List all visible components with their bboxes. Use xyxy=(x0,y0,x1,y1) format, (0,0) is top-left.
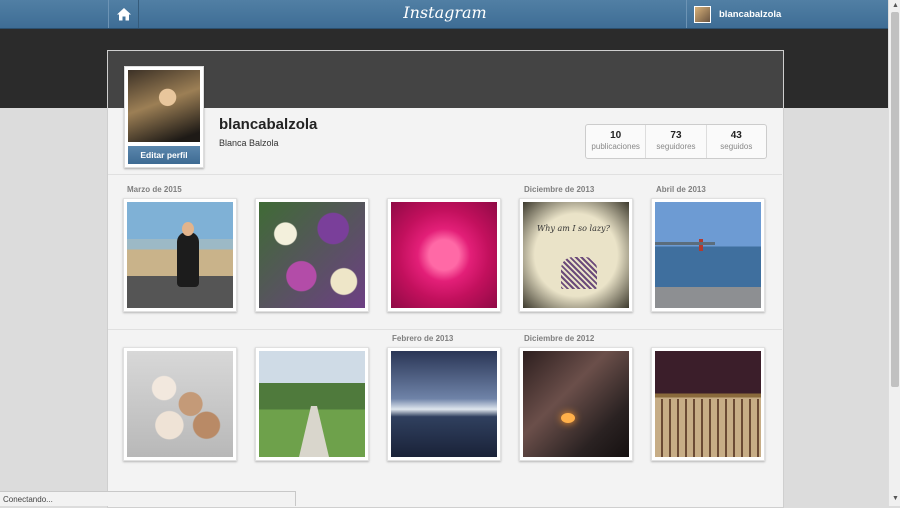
photo-thumbnail[interactable] xyxy=(255,347,369,461)
home-icon xyxy=(116,8,131,21)
scroll-down-icon[interactable]: ▼ xyxy=(892,495,899,502)
stat-label: seguidores xyxy=(656,142,696,151)
stat-count: 10 xyxy=(610,130,622,141)
user-menu[interactable]: blancabalzola xyxy=(686,0,791,28)
photo-caption: Why am I so lazy? xyxy=(537,224,610,233)
photo-image: Why am I so lazy? xyxy=(523,202,629,308)
stat-followers[interactable]: 73 seguidores xyxy=(646,125,707,158)
edit-profile-button[interactable]: Editar perfil xyxy=(128,146,200,164)
profile-stats: 10 publicaciones 73 seguidores 43 seguid… xyxy=(585,124,767,159)
photo-image xyxy=(259,351,365,457)
photo-thumbnail[interactable] xyxy=(387,347,501,461)
photo-image xyxy=(523,351,629,457)
photo-thumbnail[interactable] xyxy=(255,198,369,312)
vertical-scrollbar[interactable]: ▲ ▼ xyxy=(888,0,900,506)
profile-avatar-frame: Editar perfil xyxy=(124,66,204,168)
photo-image xyxy=(655,202,761,308)
date-label: Diciembre de 2013 xyxy=(524,185,595,194)
photo-thumbnail[interactable] xyxy=(123,198,237,312)
home-button[interactable] xyxy=(108,0,139,28)
browser-status-bar: Conectando... xyxy=(0,491,296,506)
top-bar: Instagram blancabalzola xyxy=(0,0,888,29)
stat-following[interactable]: 43 seguidos xyxy=(707,125,766,158)
photo-thumbnail[interactable] xyxy=(651,347,765,461)
photo-image xyxy=(259,202,365,308)
photo-thumbnail[interactable]: Why am I so lazy? xyxy=(519,198,633,312)
photo-image xyxy=(127,202,233,308)
divider xyxy=(108,174,782,175)
photo-thumbnail[interactable] xyxy=(123,347,237,461)
date-label: Abril de 2013 xyxy=(656,185,706,194)
photo-thumbnail[interactable] xyxy=(387,198,501,312)
photo-image xyxy=(391,202,497,308)
date-label: Diciembre de 2012 xyxy=(524,334,595,343)
stat-label: publicaciones xyxy=(591,142,640,151)
profile-username: blancabalzola xyxy=(219,116,318,133)
divider xyxy=(108,329,782,330)
scroll-up-icon[interactable]: ▲ xyxy=(892,2,899,9)
avatar xyxy=(694,5,711,23)
stat-label: seguidos xyxy=(720,142,753,151)
date-label: Febrero de 2013 xyxy=(392,334,454,343)
stat-count: 43 xyxy=(730,130,742,141)
date-label: Marzo de 2015 xyxy=(127,185,182,194)
photo-image xyxy=(391,351,497,457)
stat-count: 73 xyxy=(670,130,682,141)
photo-image xyxy=(655,351,761,457)
scroll-thumb[interactable] xyxy=(891,12,899,387)
instagram-logo[interactable]: Instagram xyxy=(400,3,490,22)
profile-full-name: Blanca Balzola xyxy=(219,138,279,148)
photo-thumbnail[interactable] xyxy=(651,198,765,312)
stat-posts[interactable]: 10 publicaciones xyxy=(586,125,647,158)
profile-avatar[interactable] xyxy=(128,70,200,142)
card-header-band xyxy=(108,51,783,108)
photo-image xyxy=(127,351,233,457)
photo-thumbnail[interactable] xyxy=(519,347,633,461)
header-username: blancabalzola xyxy=(719,8,782,20)
